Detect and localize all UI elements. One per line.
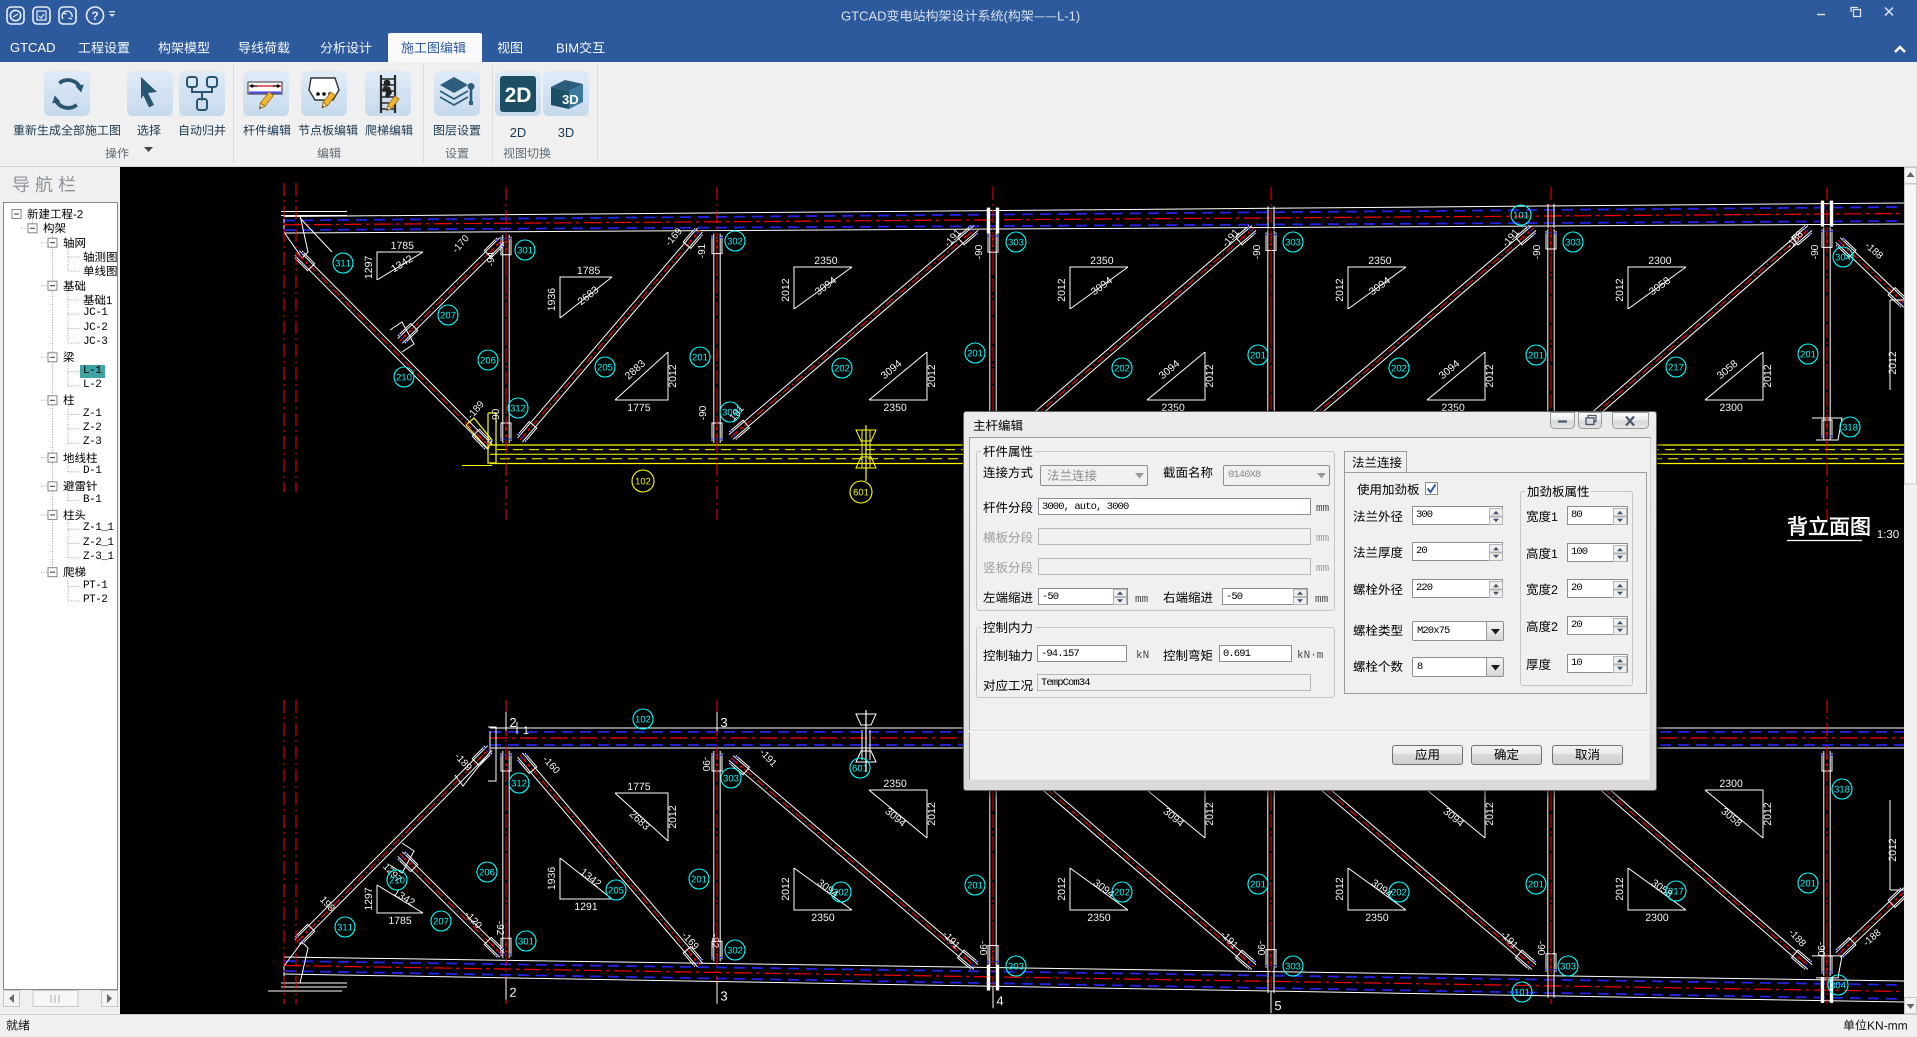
svg-text:?: ? xyxy=(91,9,98,23)
svg-text:3D: 3D xyxy=(562,92,579,107)
svg-text:2D: 2D xyxy=(505,84,532,107)
